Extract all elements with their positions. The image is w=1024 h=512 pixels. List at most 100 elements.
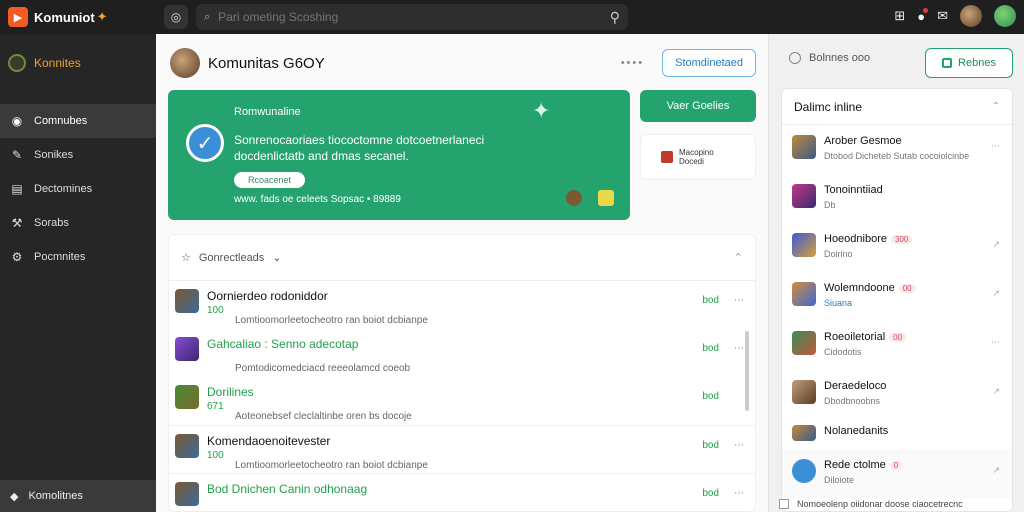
- member-item[interactable]: Tonoinntiiad Db: [782, 174, 1012, 223]
- sidebar-item-pocmnites[interactable]: ⚙ Pocmnites: [0, 240, 156, 274]
- member-name: Arober Gesmoe: [824, 135, 902, 147]
- list-item[interactable]: Gahcaliao : Senno adecotap Pomtodicomedc…: [169, 329, 755, 377]
- member-item[interactable]: Deraedeloco Dbodbnoobns ↗: [782, 370, 1012, 419]
- member-item[interactable]: Rede ctolme 0 Diloiote ↗: [782, 449, 1012, 498]
- list-item[interactable]: Bod Dnichen Canin odhonaag bod ⋯: [169, 473, 755, 511]
- member-thumbnail: [792, 184, 816, 208]
- banner-meta: www. fads oe celeets Sopsac • 89889: [234, 194, 401, 205]
- more-icon[interactable]: ⋯: [991, 337, 1000, 348]
- member-subtitle: Db: [824, 200, 836, 210]
- more-icon[interactable]: ⋯: [734, 440, 745, 451]
- right-footer[interactable]: Nomoeolenp oiidonar doose ciaocetrecnc: [779, 496, 1023, 512]
- share-icon[interactable]: ↗: [992, 239, 1000, 250]
- collapse-chevron-icon[interactable]: ⌃: [992, 101, 1000, 112]
- join-button-label: Vaer Goelies: [666, 100, 730, 112]
- collapse-chevron-icon[interactable]: ⌃: [734, 251, 743, 264]
- list-scrollbar[interactable]: [745, 331, 749, 411]
- more-icon[interactable]: ⋯: [734, 295, 745, 306]
- main-content: Komunitas G6OY •••• Stomdinetaed ✓ Romwu…: [156, 34, 768, 512]
- community-ring-icon: [8, 54, 26, 72]
- online-members-list: Dalimc inline ⌃ Arober Gesmoe Dtobod Dic…: [781, 88, 1013, 512]
- share-icon[interactable]: ↗: [992, 386, 1000, 397]
- member-subtitle: Cidodotis: [824, 347, 862, 357]
- item-thumbnail: [175, 434, 199, 458]
- item-thumbnail: [175, 385, 199, 409]
- sidebar-item-sonikes[interactable]: ✎ Sonikes: [0, 138, 156, 172]
- document-icon: ▤: [11, 182, 23, 196]
- join-button[interactable]: Vaer Goelies: [640, 90, 756, 122]
- more-dots-icon[interactable]: ••••: [621, 57, 644, 69]
- member-badge: 0: [889, 461, 903, 470]
- header-action-button[interactable]: Stomdinetaed: [662, 49, 756, 77]
- sidebar-brand[interactable]: Konnites: [0, 34, 156, 72]
- upload-icon: [792, 459, 816, 483]
- member-name: Hoeodnibore 300: [824, 233, 913, 245]
- more-icon[interactable]: ⋯: [991, 141, 1000, 152]
- sidebar-item-sorabs[interactable]: ⚒ Sorabs: [0, 206, 156, 240]
- search-bar[interactable]: ⌕ ⚲: [196, 4, 628, 30]
- messages-icon[interactable]: ✉: [937, 8, 948, 24]
- user-avatar[interactable]: [960, 5, 982, 27]
- promo-card[interactable]: Macopino Docedi: [640, 134, 756, 180]
- more-icon[interactable]: ⋯: [734, 343, 745, 354]
- sparkle-icon: ✦: [96, 9, 108, 24]
- list-item[interactable]: Komendaoenoitevester 100 Lomtioomorleeto…: [169, 425, 755, 473]
- right-action-button[interactable]: Rebnes: [925, 48, 1013, 78]
- item-thumbnail: [175, 289, 199, 313]
- item-name: Komendaoenoitevester: [207, 434, 331, 448]
- list-header: ☆ Gonrectleads ⌄ ⌃: [169, 235, 755, 281]
- member-subtitle: Dtobod Dicheteb Sutab cocoiolcinbe: [824, 151, 970, 161]
- list-item[interactable]: Dorilines 671 Aoteonebsef cleclaltinbe o…: [169, 377, 755, 425]
- community-avatar[interactable]: [170, 48, 200, 78]
- right-top-label[interactable]: Bolnnes ooo: [789, 52, 870, 64]
- member-item[interactable]: Wolemndoone 00 Siuana ↗: [782, 272, 1012, 321]
- notification-icon[interactable]: ●: [917, 7, 928, 24]
- community-icon: ◆: [10, 490, 19, 503]
- member-item[interactable]: Roeoiletorial 00 Cidodotis ⋯: [782, 321, 1012, 370]
- right-footer-text: Nomoeolenp oiidonar doose ciaocetrecnc: [797, 499, 963, 509]
- verified-check-icon: ✓: [186, 124, 224, 162]
- sidebar-item-dectomines[interactable]: ▤ Dectomines: [0, 172, 156, 206]
- member-avatar[interactable]: [566, 190, 582, 206]
- member-name: Deraedeloco: [824, 380, 887, 392]
- more-icon[interactable]: ⋯: [734, 488, 745, 499]
- app-logo-icon: ▶: [8, 7, 28, 27]
- member-item[interactable]: Nolanedanits: [782, 419, 1012, 449]
- sidebar-brand-label: Konnites: [34, 56, 81, 70]
- member-thumbnail: [792, 282, 816, 306]
- member-name: Roeoiletorial 00: [824, 331, 907, 343]
- right-panel: Bolnnes ooo Rebnes Dalimc inline ⌃ Arobe…: [768, 34, 1024, 512]
- checkbox[interactable]: [779, 499, 789, 509]
- search-icon[interactable]: ⚲: [610, 9, 620, 26]
- member-item[interactable]: Arober Gesmoe Dtobod Dicheteb Sutab coco…: [782, 125, 1012, 174]
- compose-icon[interactable]: ◎: [164, 5, 188, 29]
- globe-avatar[interactable]: [994, 5, 1016, 27]
- sidebar-item-comnubes[interactable]: ◉ Comnubes: [0, 104, 156, 138]
- member-name: Tonoinntiiad: [824, 184, 883, 196]
- item-name: Bod Dnichen Canin odhonaag: [207, 482, 368, 496]
- member-item[interactable]: Hoeodnibore 300 Doirino ↗: [782, 223, 1012, 272]
- share-icon[interactable]: ↗: [992, 288, 1000, 299]
- member-badge: 00: [898, 284, 916, 293]
- welcome-banner: ✓ Romwunaline Sonrenocaoriaes tiococtomn…: [168, 90, 630, 220]
- app-logo[interactable]: ▶ Komuniot ✦: [0, 7, 156, 27]
- sidebar-footer-label: Komolitnes: [28, 490, 83, 502]
- online-list-title: Dalimc inline: [794, 99, 863, 114]
- dropdown-chevron-icon[interactable]: ⌄: [272, 251, 281, 264]
- item-thumbnail: [175, 337, 199, 361]
- member-thumbnail: [792, 425, 816, 441]
- member-name: Wolemndoone 00: [824, 282, 916, 294]
- list-item[interactable]: Oornierdeo rodoniddor 100 Lomtioomorleet…: [169, 281, 755, 329]
- main-header: Komunitas G6OY •••• Stomdinetaed: [170, 46, 756, 80]
- banner-pill-button[interactable]: Rcoacenet: [234, 172, 306, 188]
- list-title[interactable]: Gonrectleads: [199, 252, 264, 264]
- share-icon[interactable]: ↗: [992, 465, 1000, 476]
- sidebar-footer[interactable]: ◆ Komolitnes: [0, 480, 156, 512]
- search-input[interactable]: [218, 10, 602, 24]
- box-icon: [942, 58, 953, 68]
- grid-icon[interactable]: ⊞: [894, 8, 905, 24]
- member-avatar[interactable]: [598, 190, 614, 206]
- member-thumbnail: [792, 380, 816, 404]
- page-title: Komunitas G6OY: [208, 54, 325, 72]
- item-subtitle: Aoteonebsef cleclaltinbe oren bs docoje: [235, 411, 412, 422]
